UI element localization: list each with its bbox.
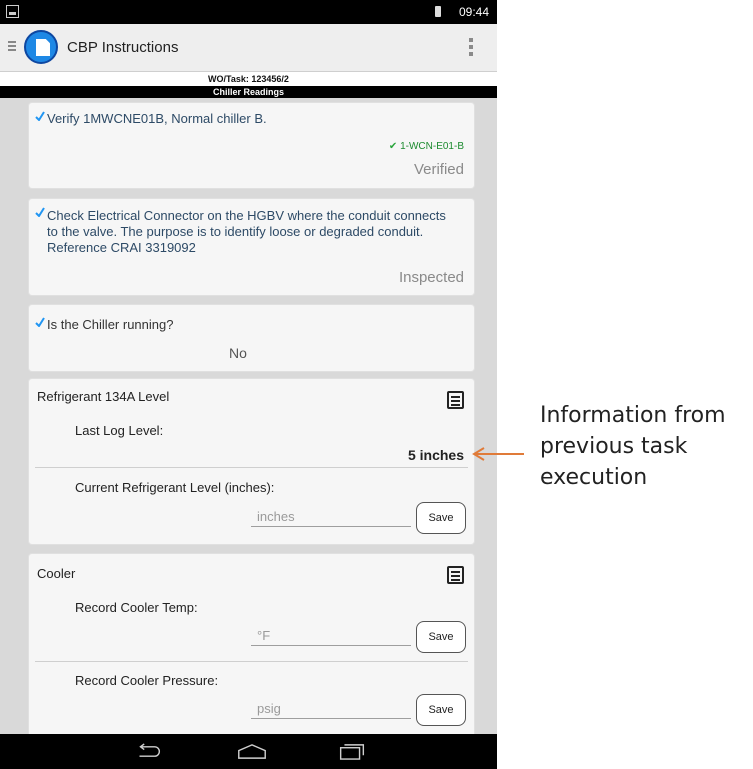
refrigerant-level-input[interactable]: inches [251, 507, 411, 527]
back-icon[interactable] [135, 743, 161, 760]
notes-icon[interactable] [447, 566, 464, 584]
equipment-tag: ✔ 1-WCN-E01-B [389, 141, 464, 152]
step-status: Inspected [398, 269, 464, 286]
card-title: Cooler [37, 566, 76, 581]
work-order-label: WO/Task: 123456/2 [0, 72, 497, 86]
steps-list[interactable]: Verify 1MWCNE01B, Normal chiller B. ✔ 1-… [0, 98, 497, 738]
save-button[interactable]: Save [416, 621, 466, 653]
last-log-value: 5 inches [407, 447, 464, 463]
check-icon [35, 111, 45, 121]
check-icon [35, 317, 45, 327]
step-text: Check Electrical Connector on the HGBV w… [47, 208, 446, 255]
battery-icon [435, 6, 441, 17]
screenshot-icon [6, 5, 19, 18]
current-level-label: Current Refrigerant Level (inches): [75, 480, 275, 495]
tablet-screen: 09:44 CBP Instructions WO/Task: 123456/2… [0, 0, 497, 769]
status-bar: 09:44 [0, 0, 497, 24]
clock: 09:44 [458, 5, 489, 19]
step-card-verify[interactable]: Verify 1MWCNE01B, Normal chiller B. ✔ 1-… [28, 102, 475, 189]
divider [35, 661, 468, 662]
save-button[interactable]: Save [416, 502, 466, 534]
app-title: CBP Instructions [67, 39, 179, 56]
cooler-pressure-label: Record Cooler Pressure: [75, 673, 219, 688]
arrow-icon [472, 447, 524, 461]
menu-icon[interactable] [8, 41, 16, 52]
divider [35, 467, 468, 468]
action-bar: CBP Instructions [0, 24, 497, 72]
annotation-line: previous task [540, 434, 688, 459]
last-log-label: Last Log Level: [75, 423, 164, 438]
home-icon[interactable] [236, 743, 268, 760]
refrigerant-card: Refrigerant 134A Level Last Log Level: 5… [28, 378, 475, 545]
annotation-line: execution [540, 465, 648, 490]
equipment-tag-label: 1-WCN-E01-B [400, 141, 464, 152]
cooler-pressure-input[interactable]: psig [251, 699, 411, 719]
app-logo-icon[interactable] [24, 30, 58, 64]
check-icon [35, 207, 45, 217]
annotation-text: Information from previous task execution [540, 400, 726, 493]
step-text: Verify 1MWCNE01B, Normal chiller B. [47, 111, 267, 126]
cooler-temp-input[interactable]: °F [251, 626, 411, 646]
annotation-line: Information from [540, 403, 726, 428]
step-card-question[interactable]: Is the Chiller running? No [28, 304, 475, 372]
step-status: Verified [413, 161, 464, 178]
cooler-temp-label: Record Cooler Temp: [75, 600, 198, 615]
recent-apps-icon[interactable] [338, 743, 366, 760]
save-button[interactable]: Save [416, 694, 466, 726]
navigation-bar [0, 734, 497, 769]
step-card-inspect[interactable]: Check Electrical Connector on the HGBV w… [28, 198, 475, 296]
step-text: Is the Chiller running? [47, 317, 174, 332]
overflow-menu-icon[interactable] [469, 38, 473, 59]
cooler-card: Cooler Record Cooler Temp: °F Save Recor… [28, 553, 475, 738]
notes-icon[interactable] [447, 391, 464, 409]
section-title: Chiller Readings [0, 86, 497, 98]
card-title: Refrigerant 134A Level [37, 389, 170, 404]
answer-value: No [229, 345, 247, 361]
check-icon: ✔ [388, 141, 398, 152]
